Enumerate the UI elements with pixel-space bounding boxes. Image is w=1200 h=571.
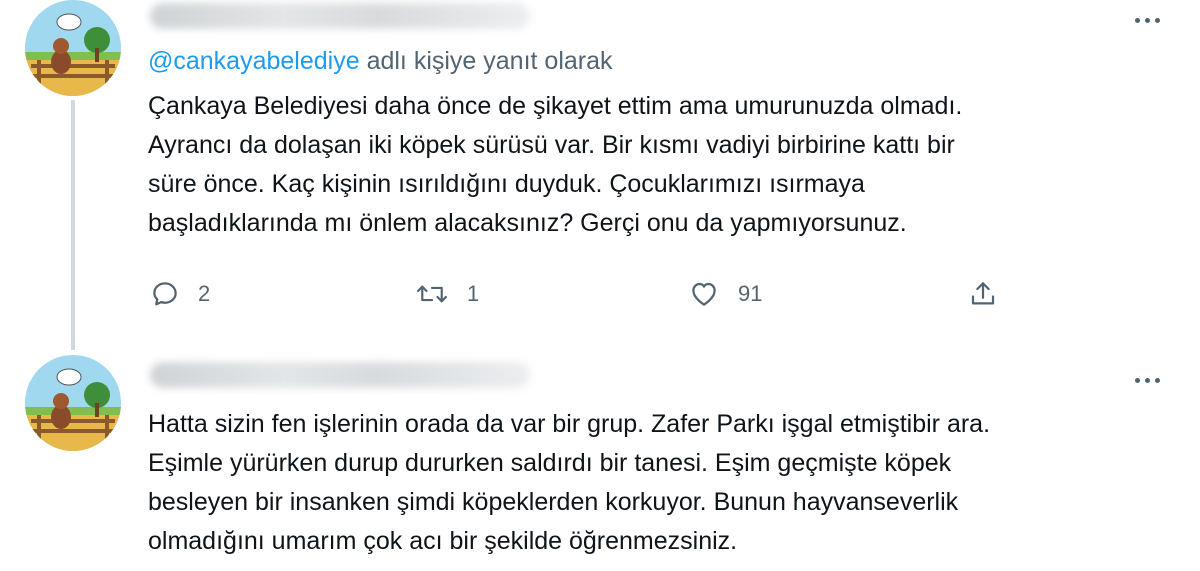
- avatar-cartoon-image: [25, 355, 121, 451]
- retweet-count: 1: [467, 281, 480, 306]
- retweet-button[interactable]: 1: [415, 276, 479, 312]
- reply-bubble-icon: [153, 282, 177, 306]
- more-options-button[interactable]: [1127, 10, 1167, 30]
- reply-context-text: adlı kişiye yanıt olarak: [359, 47, 613, 75]
- replied-user-link[interactable]: @cankayabelediye: [148, 47, 360, 75]
- retweet-icon: [416, 285, 448, 303]
- avatar[interactable]: [25, 0, 121, 96]
- tweet-text-line: süre önce. Kaç kişinin ısırıldığını duyd…: [148, 170, 865, 198]
- author-name-blurred: [150, 362, 530, 388]
- avatar-cartoon-image: [25, 0, 121, 96]
- tweet-text-line: besleyen bir insanken şimdi köpeklerden …: [148, 488, 959, 516]
- like-button[interactable]: 91: [688, 276, 762, 312]
- tweet-text-line: olmadığını umarım çok acı bir şekilde öğ…: [148, 527, 738, 555]
- more-options-button[interactable]: [1127, 370, 1167, 390]
- avatar[interactable]: [25, 355, 121, 451]
- share-button[interactable]: [968, 276, 998, 312]
- like-count: 91: [738, 281, 763, 306]
- share-icon: [971, 282, 995, 305]
- author-name-blurred: [150, 3, 530, 29]
- tweet-text-line: Çankaya Belediyesi daha önce de şikayet …: [148, 92, 963, 120]
- tweet-text-line: Eşimle yürürken durup dururken saldırdı …: [148, 449, 952, 477]
- heart-icon: [692, 282, 716, 306]
- reply-button[interactable]: 2: [150, 276, 210, 312]
- tweet-text-line: başladıklarında mı önlem alacaksınız? Ge…: [148, 209, 907, 237]
- reply-context: @cankayabelediye adlı kişiye yanıt olara…: [148, 47, 613, 76]
- tweet-text-line: Hatta sizin fen işlerinin orada da var b…: [148, 410, 991, 438]
- thread-connector-line: [71, 100, 75, 350]
- reply-count: 2: [198, 281, 211, 306]
- tweet-text-line: Ayrancı da dolaşan iki köpek sürüsü var.…: [148, 131, 955, 159]
